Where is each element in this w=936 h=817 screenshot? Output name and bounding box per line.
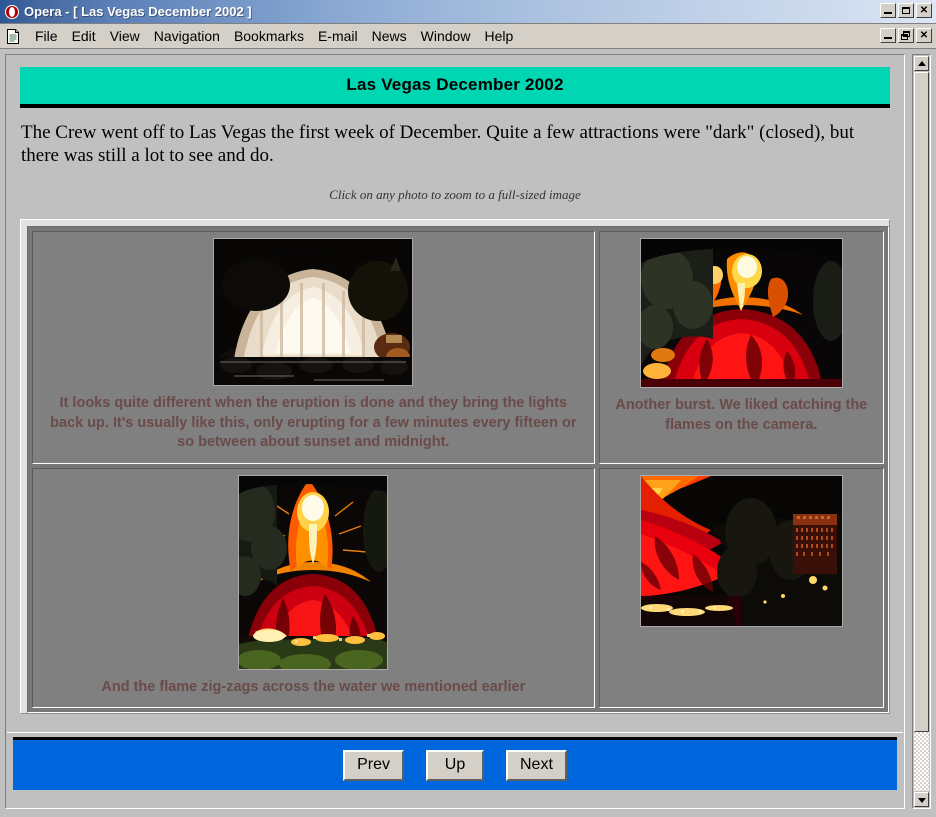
mdi-close-button[interactable]: ✕ (916, 28, 932, 43)
photo-volcano-lights-up[interactable] (213, 238, 414, 387)
mdi-button-group: ✕ (880, 28, 932, 43)
window-button-group: ✕ (880, 3, 932, 18)
menu-item-navigation[interactable]: Navigation (147, 26, 227, 46)
scroll-down-arrow-icon (917, 797, 926, 803)
photo-volcano-burst[interactable] (639, 238, 843, 389)
gallery-caption-3: And the flame zig-zags across the water … (101, 678, 526, 695)
window-title: Opera - [ Las Vegas December 2002 ] (24, 4, 252, 19)
click-hint-text: Click on any photo to zoom to a full-siz… (329, 187, 581, 203)
gallery-cell-3: And the flame zig-zags across the water … (32, 467, 595, 709)
gallery-caption-1: It looks quite different when the erupti… (50, 395, 577, 451)
page-header-band: Las Vegas December 2002 (20, 67, 890, 108)
document-frame: Las Vegas December 2002 The Crew went of… (5, 54, 905, 809)
document-icon[interactable] (4, 27, 22, 45)
up-button[interactable]: Up (426, 749, 484, 781)
menu-item-file[interactable]: File (28, 26, 65, 46)
menu-item-view[interactable]: View (103, 26, 147, 46)
table-row: And the flame zig-zags across the water … (32, 467, 884, 709)
gallery-cell-4 (598, 467, 884, 709)
scroll-down-button[interactable] (914, 792, 929, 807)
window-titlebar[interactable]: Opera - [ Las Vegas December 2002 ] ✕ (0, 0, 936, 24)
menu-item-help[interactable]: Help (477, 26, 520, 46)
mdi-minimize-button[interactable] (880, 28, 896, 43)
opera-logo-icon (3, 3, 21, 21)
scrollbar-thumb[interactable] (914, 72, 929, 732)
prev-button[interactable]: Prev (343, 749, 404, 781)
scroll-up-arrow-icon (917, 60, 926, 66)
navigation-bar-wrapper: Prev Up Next (7, 732, 903, 791)
table-row: It looks quite different when the erupti… (32, 231, 884, 464)
menu-item-email[interactable]: E-mail (311, 26, 365, 46)
gallery-cell-2: Another burst. We liked catching the fla… (598, 231, 884, 464)
mdi-restore-button[interactable] (898, 28, 914, 43)
maximize-button[interactable] (898, 3, 914, 18)
photo-volcano-with-hotel[interactable] (639, 474, 843, 627)
menu-bar: File Edit View Navigation Bookmarks E-ma… (0, 24, 936, 49)
gallery-caption-4 (606, 627, 877, 637)
menu-item-news[interactable]: News (365, 26, 414, 46)
gallery-panel: It looks quite different when the erupti… (20, 219, 890, 715)
navigation-bar: Prev Up Next (13, 737, 897, 791)
browser-client-area: Las Vegas December 2002 The Crew went of… (0, 50, 936, 817)
close-button[interactable]: ✕ (916, 3, 932, 18)
scroll-up-button[interactable] (914, 56, 929, 71)
page-title: Las Vegas December 2002 (346, 75, 564, 94)
menu-item-window[interactable]: Window (414, 26, 478, 46)
vertical-scrollbar[interactable] (912, 54, 931, 809)
gallery-caption-2: Another burst. We liked catching the fla… (615, 397, 868, 433)
gallery-table: It looks quite different when the erupti… (27, 226, 889, 714)
menu-item-bookmarks[interactable]: Bookmarks (227, 26, 311, 46)
next-button[interactable]: Next (506, 749, 567, 781)
minimize-button[interactable] (880, 3, 896, 18)
photo-volcano-tall-flame[interactable] (238, 474, 389, 670)
web-page: Las Vegas December 2002 The Crew went of… (7, 56, 903, 791)
intro-paragraph: The Crew went off to Las Vegas the first… (21, 122, 855, 167)
menu-item-edit[interactable]: Edit (65, 26, 103, 46)
gallery-cell-1: It looks quite different when the erupti… (32, 231, 595, 464)
